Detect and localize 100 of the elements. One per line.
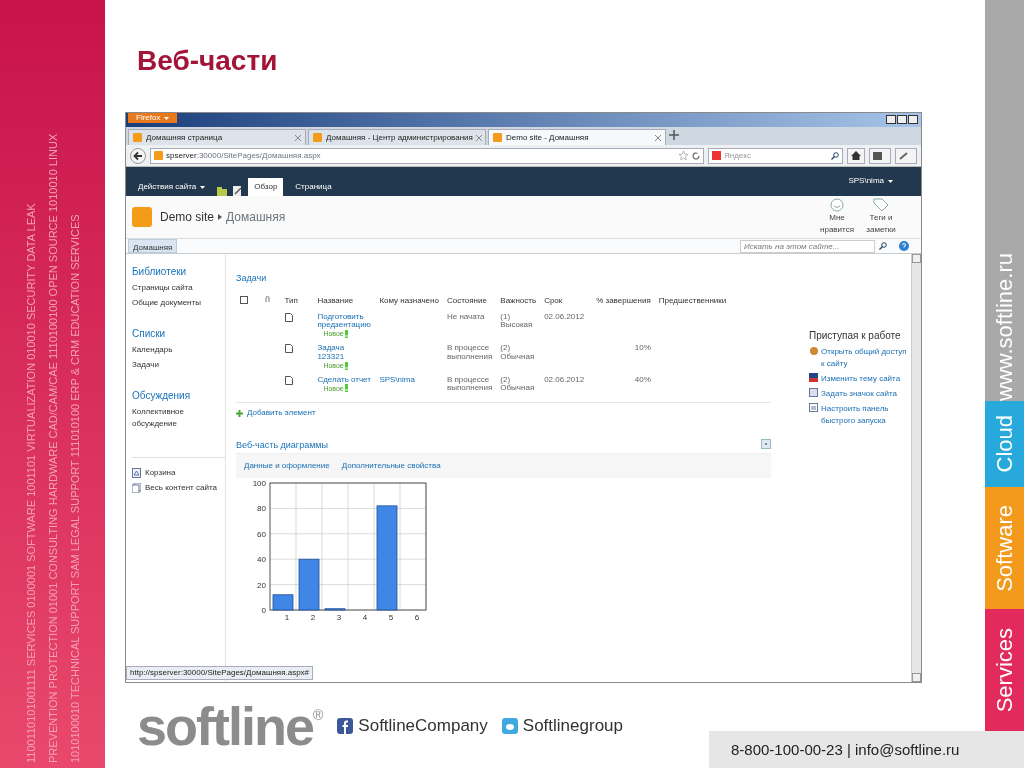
axis-tick-label: 20 (257, 580, 266, 590)
web-part-title[interactable]: Задачи (236, 272, 793, 286)
star-icon[interactable] (679, 151, 688, 160)
nav-link[interactable]: Коллективное обсуждение (132, 406, 217, 430)
task-link[interactable]: Настроить панель быстрого запуска (821, 403, 911, 427)
nav-link[interactable]: Общие документы (132, 297, 217, 309)
search-icon[interactable] (831, 151, 839, 160)
panel-heading: Приступая к работе (809, 329, 902, 343)
nav-link[interactable]: Весь контент сайта (132, 482, 217, 494)
column-header[interactable]: Название (313, 291, 376, 310)
address-field[interactable]: spserver:30000/SitePages/Домашняя.aspx (150, 147, 704, 164)
table-cell-text: Не начата (446, 312, 486, 322)
nav-link[interactable]: Задачи (132, 359, 217, 371)
document-icon (284, 344, 293, 354)
axis-tick-label: 4 (362, 612, 368, 622)
caret-icon (164, 116, 170, 120)
column-header[interactable]: Предшественники (654, 291, 771, 310)
table-cell-text: 02.06.2012 (544, 375, 586, 385)
toolbar-button-icon[interactable] (869, 147, 891, 164)
axis-tick-label: 3 (336, 612, 342, 622)
banner-text: PREVENTION PROTECTION 01001 CONSULTING HARDWARE CAD/CAM/CAE 1110100100 OPEN SOURCE 1010010 LINUX (45, 132, 60, 763)
toolbar-link[interactable]: Дополнительные свойства (341, 459, 441, 472)
plus-icon (236, 409, 243, 417)
ribbon-tab[interactable]: Обзор (248, 178, 284, 196)
site-title[interactable]: Demo site (160, 208, 215, 226)
exclamation-icon (344, 330, 348, 339)
edit-icon[interactable] (233, 186, 243, 196)
header-action-button[interactable]: Теги и заметки (863, 198, 899, 236)
theme-icon (809, 373, 818, 382)
site-actions-menu[interactable]: Действия сайта (132, 178, 212, 196)
task-link[interactable]: Задача 123321 (317, 344, 372, 362)
axis-tick-label: 2 (310, 612, 316, 622)
reload-icon[interactable] (692, 151, 700, 160)
site-logo (132, 207, 152, 227)
home-icon[interactable] (847, 147, 865, 164)
axis-tick-label: 80 (257, 504, 266, 514)
caret-icon (888, 179, 893, 183)
back-icon[interactable] (130, 147, 146, 164)
dropdown-button-icon[interactable] (761, 439, 771, 450)
table-cell-text: 02.06.2012 (544, 312, 586, 322)
task-link[interactable]: Изменить тему сайта (821, 373, 901, 385)
chart-bar (324, 608, 346, 611)
nav-heading[interactable]: Обсуждения (132, 388, 225, 403)
ribbon-tab[interactable]: Страница (289, 178, 338, 196)
social-name[interactable]: SoftlineCompany (358, 713, 488, 739)
folder-icon[interactable] (217, 187, 228, 196)
website-address: www.softline.ru (991, 252, 1018, 401)
axis-tick-label: 5 (388, 612, 394, 622)
nav-link[interactable]: Страницы сайта (132, 282, 217, 294)
brand-logo: softline (137, 699, 313, 753)
task-link[interactable]: Открыть общий доступ к сайту (821, 346, 911, 370)
add-item-link[interactable]: Добавить элемент (236, 407, 316, 420)
search-icon[interactable] (879, 242, 887, 250)
slide-title: Веб-части (137, 44, 279, 78)
nav-link[interactable]: Корзина (132, 467, 217, 479)
status-bar: http://spserver:30000/SitePages/Домашняя.aspx# (126, 666, 314, 680)
axis-tick-label: 100 (252, 478, 266, 488)
nav-heading[interactable]: Списки (132, 326, 225, 341)
site-search-field[interactable]: Искать на этом сайте... (740, 240, 875, 253)
header-action-button[interactable]: Мне нравится (819, 198, 855, 236)
exclamation-icon (344, 361, 348, 370)
registered-mark: ® (313, 707, 324, 723)
top-nav-tab[interactable]: Домашняя (128, 239, 178, 253)
browser-tab[interactable]: Домашняя страница (128, 129, 306, 145)
table-cell-text: (2) Обычная (500, 375, 536, 394)
help-icon[interactable] (899, 241, 909, 251)
image-icon (809, 388, 818, 397)
browser-tab[interactable]: Demo site - Домашняя (488, 129, 666, 145)
toolbar-button-icon[interactable] (895, 147, 917, 164)
nav-heading[interactable]: Библиотеки (132, 264, 225, 279)
social-name[interactable]: Softlinegroup (522, 713, 623, 739)
task-link[interactable]: Задать значок сайта (821, 388, 897, 400)
user-menu[interactable]: SPS\nima (848, 175, 893, 187)
window-controls[interactable] (886, 115, 918, 124)
plus-icon[interactable] (668, 129, 680, 141)
scrollbar[interactable] (911, 254, 921, 682)
web-part-title[interactable]: Веб-часть диаграммы (236, 439, 328, 453)
user-link[interactable]: SPS\nima (379, 375, 439, 385)
nav-link[interactable]: Календарь (132, 344, 217, 356)
f-letter-icon (337, 718, 354, 734)
axis-tick-label: 0 (261, 605, 266, 615)
task-link[interactable]: Сделать отчет (317, 375, 372, 385)
exclamation-icon (344, 384, 348, 393)
banner-text: 1010100010 TECHNICAL SUPPORT SAM LEGAL SUPPORT 111010100 ERP & CRM EDUCATION SERVICES (67, 213, 82, 763)
chart-bar (272, 594, 294, 611)
browser-tab[interactable]: Домашняя - Центр администрирования (308, 129, 486, 145)
column-header[interactable]: Кому назначено (375, 291, 443, 310)
chart-bar (298, 558, 320, 611)
contact-info: 8-800-100-00-23 | info@softline.ru (709, 730, 1024, 768)
close-icon[interactable] (655, 134, 661, 141)
column-header[interactable]: Состояние (442, 291, 497, 310)
close-icon[interactable] (295, 134, 301, 141)
column-header[interactable]: Важность (496, 291, 541, 310)
checkbox[interactable] (240, 296, 248, 305)
column-header[interactable]: % завершения (592, 291, 655, 310)
toolbar-link[interactable]: Данные и оформление (244, 459, 330, 472)
task-link[interactable]: Подготовить предзентацию (317, 312, 372, 331)
column-header[interactable]: Срок (540, 291, 593, 310)
column-header[interactable]: Тип (280, 291, 314, 310)
close-icon[interactable] (475, 134, 482, 141)
